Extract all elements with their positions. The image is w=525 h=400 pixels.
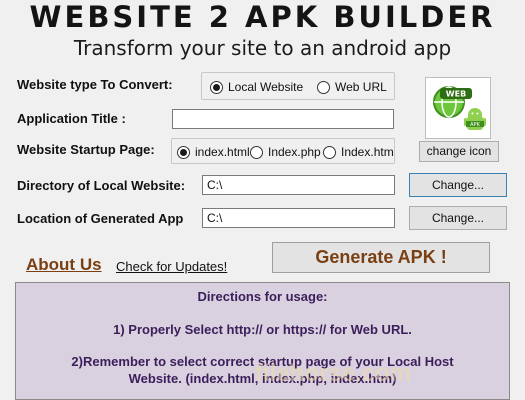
- output-dir-label: Location of Generated App: [17, 211, 184, 226]
- check-updates-link[interactable]: Check for Updates!: [116, 259, 227, 274]
- radio-web-url[interactable]: Web URL: [317, 80, 387, 94]
- app-title-label: Application Title :: [17, 111, 126, 126]
- radio-dot: [317, 80, 330, 94]
- about-us-link[interactable]: About Us: [26, 255, 102, 275]
- website-type-label: Website type To Convert:: [17, 77, 173, 92]
- website-type-group: Local Website Web URL: [201, 72, 395, 100]
- app-title-input[interactable]: [172, 109, 394, 129]
- change-local-dir-button[interactable]: Change...: [409, 173, 507, 197]
- directions-step-2: 2)Remember to select correct startup pag…: [71, 354, 454, 386]
- radio-label: index.html: [195, 145, 250, 159]
- radio-index-htm[interactable]: Index.htm: [323, 145, 394, 159]
- radio-dot-selected: [210, 80, 223, 94]
- radio-index-html[interactable]: index.html: [177, 145, 250, 159]
- radio-local-website[interactable]: Local Website: [210, 80, 303, 94]
- directions-panel: Directions for usage: 1) Properly Select…: [15, 282, 510, 400]
- icon-small-badge: APK: [470, 122, 480, 128]
- radio-index-php[interactable]: Index.php: [250, 145, 321, 159]
- radio-dot-selected: [177, 145, 190, 159]
- local-dir-input[interactable]: [202, 175, 395, 195]
- radio-dot: [250, 145, 263, 159]
- output-dir-input[interactable]: [202, 208, 395, 228]
- app-brand-title: WEBSITE 2 APK BUILDER: [29, 0, 496, 34]
- directions-step-1: 1) Properly Select http:// or https:// f…: [113, 322, 412, 337]
- app-icon-preview: WEB APK: [425, 77, 491, 139]
- radio-dot: [323, 145, 336, 159]
- web-globe-android-icon: WEB APK: [433, 86, 486, 130]
- radio-label: Index.htm: [341, 145, 394, 159]
- radio-label: Web URL: [335, 80, 387, 94]
- startup-page-group: index.html Index.php Index.htm: [171, 138, 395, 164]
- directions-title: Directions for usage:: [197, 289, 328, 304]
- local-dir-label: Directory of Local Website:: [17, 178, 186, 193]
- change-output-dir-button[interactable]: Change...: [409, 206, 507, 230]
- startup-page-label: Website Startup Page:: [17, 142, 155, 157]
- icon-badge-text: WEB: [446, 90, 466, 99]
- radio-label: Local Website: [228, 80, 304, 94]
- app-tagline: Transform your site to an android app: [73, 36, 452, 60]
- radio-label: Index.php: [268, 145, 321, 159]
- change-icon-button[interactable]: change icon: [419, 141, 499, 162]
- generate-apk-button[interactable]: Generate APK !: [272, 242, 490, 273]
